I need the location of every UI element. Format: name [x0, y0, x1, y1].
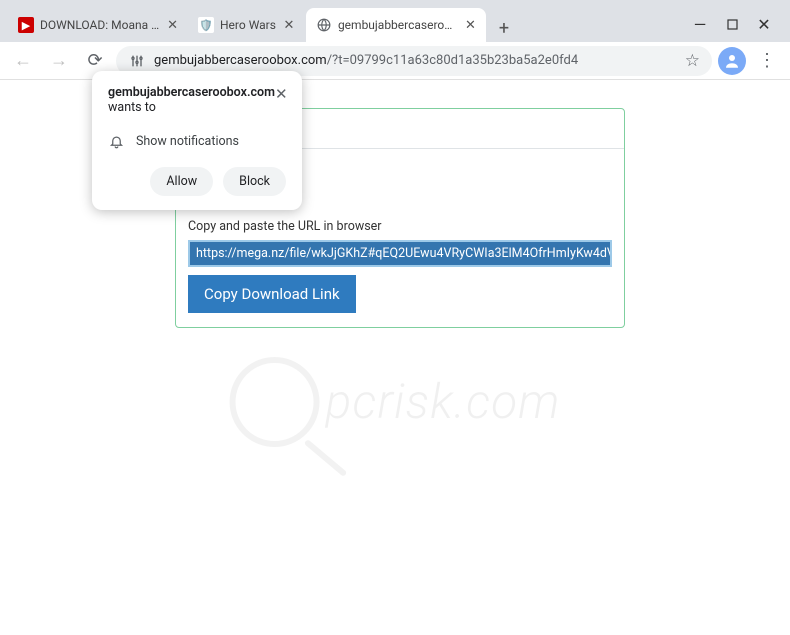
tab-label: DOWNLOAD: Moana 2 (2024) M [40, 18, 161, 32]
youtube-icon: ▶ [18, 17, 34, 33]
minimize-icon[interactable]: — [692, 16, 708, 32]
tab-label: Hero Wars [220, 18, 276, 32]
tab-2-active[interactable]: gembujabbercaseroobox.com/ ✕ [306, 8, 486, 42]
url-textbox[interactable]: https://mega.nz/file/wkJjGKhZ#qEQ2UEwu4V… [188, 240, 612, 267]
window-titlebar: ▶ DOWNLOAD: Moana 2 (2024) M ✕ 🛡️ Hero W… [0, 0, 790, 42]
tab-label: gembujabbercaseroobox.com/ [338, 18, 459, 32]
hint-text: Copy and paste the URL in browser [188, 219, 612, 234]
profile-avatar[interactable] [718, 47, 746, 75]
url-host: gembujabbercaseroobox.com/?t=09799c11a63… [154, 53, 578, 68]
allow-button[interactable]: Allow [150, 167, 213, 196]
bell-icon [108, 133, 124, 149]
maximize-icon[interactable] [724, 16, 740, 32]
close-icon[interactable]: ✕ [756, 16, 772, 32]
close-icon[interactable]: ✕ [465, 18, 476, 32]
block-button[interactable]: Block [223, 167, 286, 196]
new-tab-button[interactable]: + [490, 14, 518, 42]
page-viewport: pcrisk.com Copy and paste the URL in bro… [0, 80, 790, 635]
dialog-actions: Allow Block [108, 167, 286, 196]
tab-0[interactable]: ▶ DOWNLOAD: Moana 2 (2024) M ✕ [8, 8, 188, 42]
close-icon[interactable]: ✕ [275, 85, 288, 103]
watermark: pcrisk.com [230, 357, 561, 447]
permission-label: Show notifications [136, 134, 239, 149]
close-icon[interactable]: ✕ [282, 18, 296, 32]
bookmark-star-icon[interactable]: ☆ [685, 51, 700, 71]
permission-item: Show notifications [108, 133, 286, 149]
kebab-menu-icon[interactable]: ⋮ [752, 46, 782, 76]
forward-button[interactable]: → [44, 46, 74, 76]
window-controls: — ✕ [682, 16, 782, 42]
dialog-header: gembujabbercaseroobox.com wants to ✕ [108, 85, 286, 115]
globe-icon [316, 17, 332, 33]
tab-1[interactable]: 🛡️ Hero Wars ✕ [188, 8, 306, 42]
notification-permission-dialog: gembujabbercaseroobox.com wants to ✕ Sho… [92, 71, 302, 210]
tab-strip: ▶ DOWNLOAD: Moana 2 (2024) M ✕ 🛡️ Hero W… [8, 8, 682, 42]
dialog-title: gembujabbercaseroobox.com wants to [108, 85, 275, 115]
back-button[interactable]: ← [8, 46, 38, 76]
herowars-icon: 🛡️ [198, 17, 214, 33]
site-settings-icon[interactable] [128, 52, 146, 70]
close-icon[interactable]: ✕ [167, 18, 178, 32]
copy-download-link-button[interactable]: Copy Download Link [188, 275, 356, 313]
